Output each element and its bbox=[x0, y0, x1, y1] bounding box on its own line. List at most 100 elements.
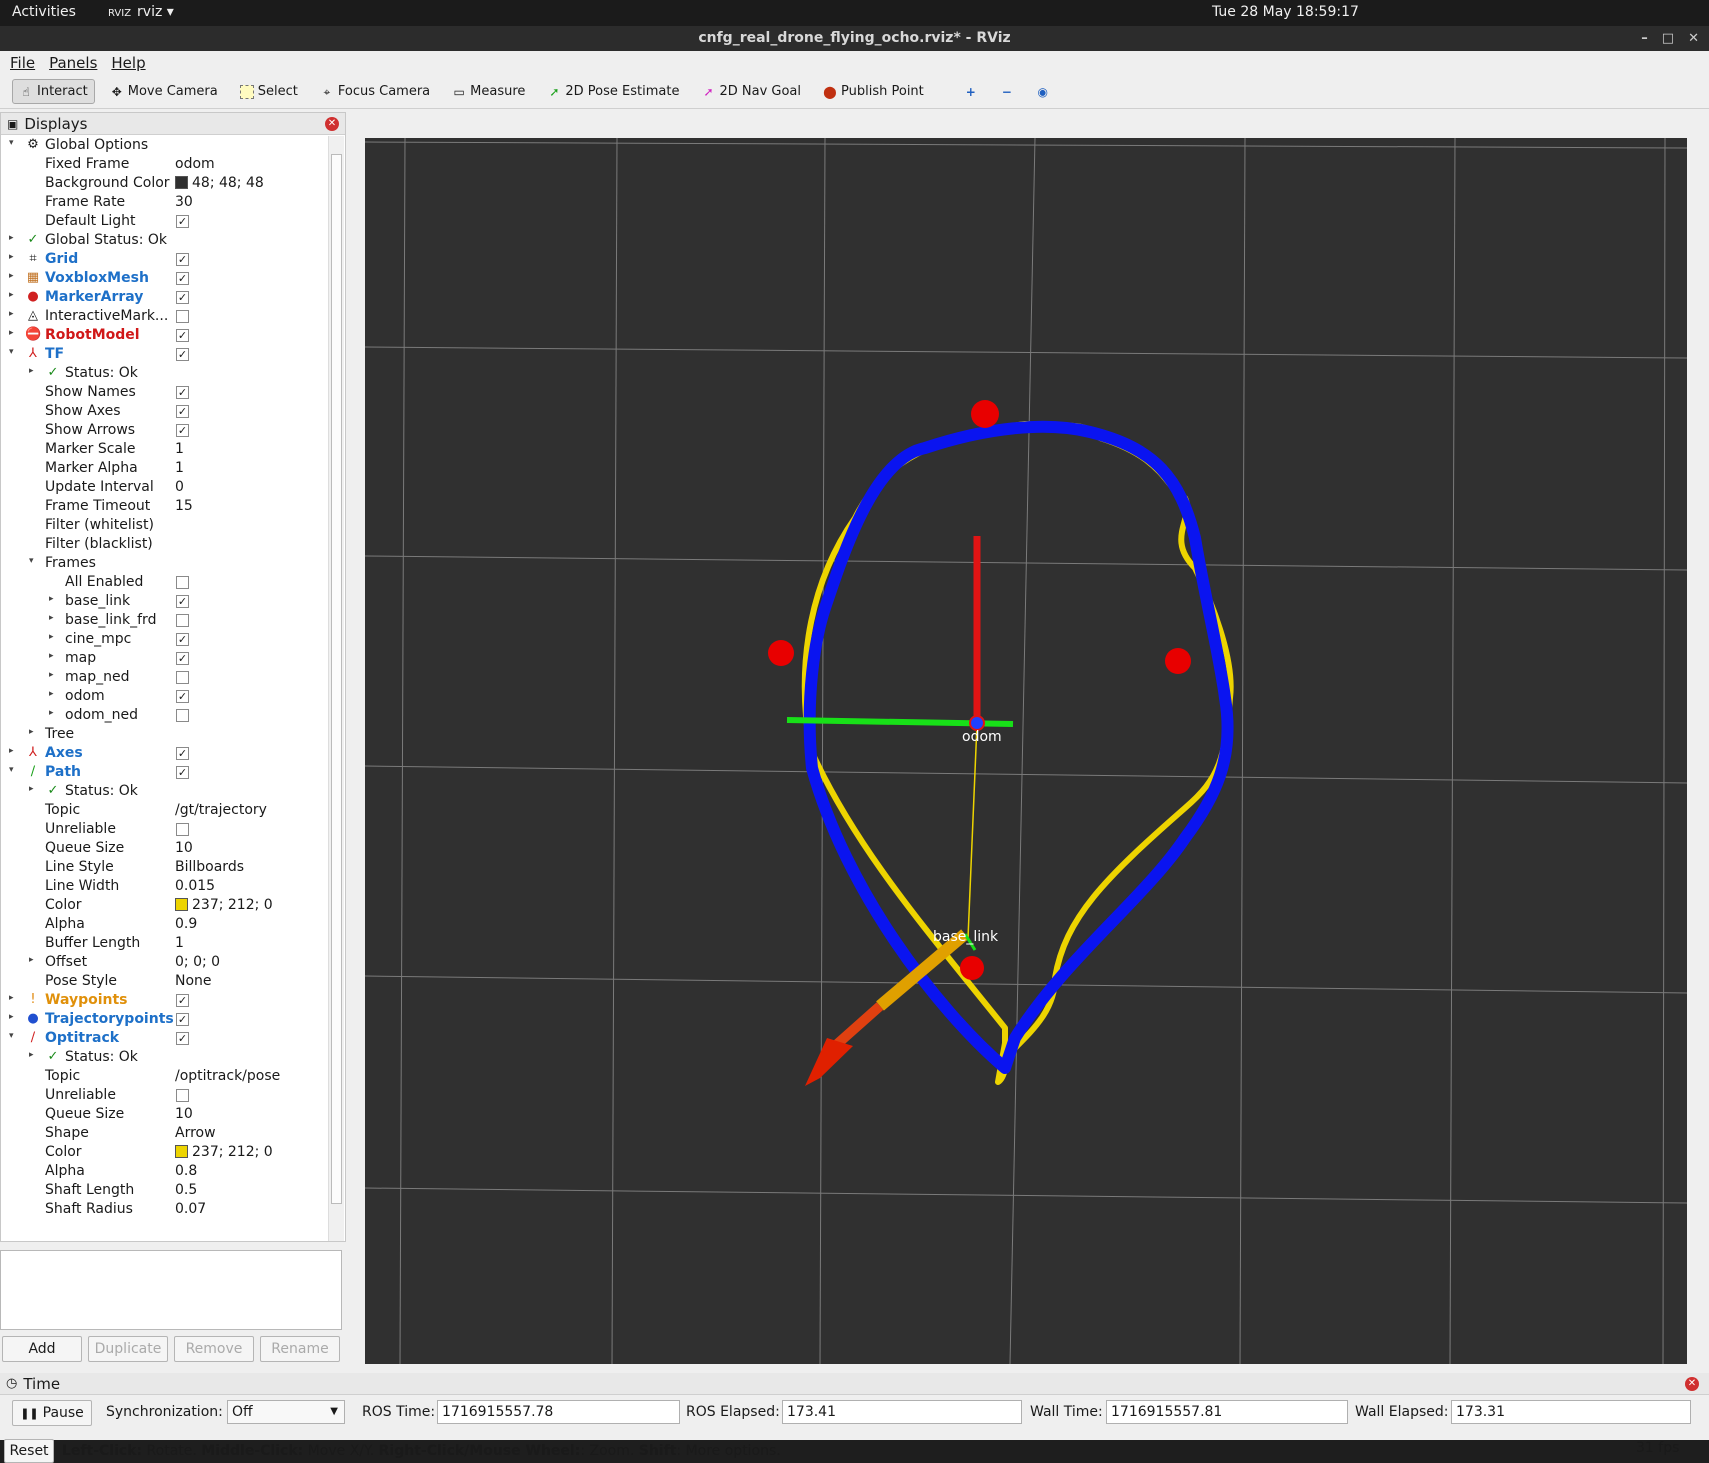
minimize-icon[interactable]: – bbox=[1641, 26, 1648, 51]
enable-checkbox[interactable]: ✓ bbox=[176, 405, 189, 418]
display-tree-row[interactable]: ▸ map ✓ bbox=[1, 649, 327, 668]
display-tree-row[interactable]: All Enabled bbox=[1, 573, 327, 592]
expand-arrow-icon[interactable]: ▸ bbox=[29, 1050, 34, 1060]
display-tree-row[interactable]: ▸ ✓ Status: Ok bbox=[1, 1048, 327, 1067]
enable-checkbox[interactable]: ✓ bbox=[176, 329, 189, 342]
expand-arrow-icon[interactable]: ▸ bbox=[49, 689, 54, 699]
enable-checkbox[interactable]: ✓ bbox=[176, 253, 189, 266]
enable-checkbox[interactable] bbox=[176, 1089, 189, 1102]
display-tree-row[interactable]: Unreliable bbox=[1, 1086, 327, 1105]
window-titlebar[interactable]: cnfg_real_drone_flying_ocho.rviz* - RViz… bbox=[0, 26, 1709, 51]
display-tree-row[interactable]: ▾ ∕ Path ✓ bbox=[1, 763, 327, 782]
display-tree-row[interactable]: Queue Size 10 bbox=[1, 1105, 327, 1124]
rename-button[interactable]: Rename bbox=[260, 1336, 340, 1362]
system-clock[interactable]: Tue 28 May 18:59:17 bbox=[1212, 4, 1359, 20]
collapse-arrow-icon[interactable]: ▾ bbox=[9, 765, 14, 775]
expand-arrow-icon[interactable]: ▸ bbox=[49, 594, 54, 604]
activities-button[interactable]: Activities bbox=[12, 4, 76, 20]
enable-checkbox[interactable]: ✓ bbox=[176, 386, 189, 399]
move-camera-tool[interactable]: ✥ Move Camera bbox=[103, 79, 225, 104]
display-property-value[interactable]: Arrow bbox=[175, 1125, 216, 1141]
display-tree-row[interactable]: Color 237; 212; 0 bbox=[1, 896, 327, 915]
display-property-value[interactable]: 0.5 bbox=[175, 1182, 197, 1198]
display-property-value[interactable]: 1 bbox=[175, 441, 184, 457]
add-button[interactable]: Add bbox=[2, 1336, 82, 1362]
display-tree-row[interactable]: ▸ odom_ned bbox=[1, 706, 327, 725]
close-time-panel-icon[interactable]: ✕ bbox=[1685, 1376, 1699, 1391]
enable-checkbox[interactable] bbox=[176, 823, 189, 836]
3d-viewport[interactable]: odom base_link bbox=[365, 138, 1687, 1364]
display-tree-row[interactable]: ▸ ⌗ Grid ✓ bbox=[1, 250, 327, 269]
enable-checkbox[interactable] bbox=[176, 614, 189, 627]
enable-checkbox[interactable]: ✓ bbox=[176, 348, 189, 361]
display-property-value[interactable]: /optitrack/pose bbox=[175, 1068, 280, 1084]
enable-checkbox[interactable]: ✓ bbox=[176, 1032, 189, 1045]
pose-estimate-tool[interactable]: ➚ 2D Pose Estimate bbox=[540, 79, 686, 104]
expand-arrow-icon[interactable]: ▸ bbox=[9, 252, 14, 262]
display-tree-row[interactable]: ▸ ● Trajectorypoints ✓ bbox=[1, 1010, 327, 1029]
display-tree-row[interactable]: ▸ ⅄ Axes ✓ bbox=[1, 744, 327, 763]
display-tree-row[interactable]: ▸ ✓ Status: Ok bbox=[1, 364, 327, 383]
display-tree-row[interactable]: ▾ Frames bbox=[1, 554, 327, 573]
display-property-value[interactable]: 10 bbox=[175, 1106, 193, 1122]
display-tree-row[interactable]: Color 237; 212; 0 bbox=[1, 1143, 327, 1162]
expand-arrow-icon[interactable]: ▸ bbox=[49, 670, 54, 680]
display-property-value[interactable]: 237; 212; 0 bbox=[175, 1144, 273, 1160]
display-property-value[interactable]: 48; 48; 48 bbox=[175, 175, 264, 191]
display-tree-row[interactable]: Show Arrows ✓ bbox=[1, 421, 327, 440]
display-tree-row[interactable]: Pose Style None bbox=[1, 972, 327, 991]
display-tree-row[interactable]: Shaft Length 0.5 bbox=[1, 1181, 327, 1200]
display-tree-row[interactable]: ▸ ● MarkerArray ✓ bbox=[1, 288, 327, 307]
enable-checkbox[interactable]: ✓ bbox=[176, 595, 189, 608]
display-tree-row[interactable]: Filter (whitelist) bbox=[1, 516, 327, 535]
maximize-icon[interactable]: □ bbox=[1662, 26, 1674, 51]
enable-checkbox[interactable]: ✓ bbox=[176, 690, 189, 703]
display-tree-row[interactable]: Show Names ✓ bbox=[1, 383, 327, 402]
display-tree-row[interactable]: ▸ base_link_frd bbox=[1, 611, 327, 630]
display-tree-row[interactable]: Background Color 48; 48; 48 bbox=[1, 174, 327, 193]
expand-arrow-icon[interactable]: ▸ bbox=[29, 784, 34, 794]
display-property-value[interactable]: Billboards bbox=[175, 859, 244, 875]
display-tree-row[interactable]: ▸ Tree bbox=[1, 725, 327, 744]
pause-button[interactable]: ❚❚ Pause bbox=[12, 1400, 92, 1426]
expand-arrow-icon[interactable]: ▸ bbox=[29, 366, 34, 376]
enable-checkbox[interactable]: ✓ bbox=[176, 291, 189, 304]
enable-checkbox[interactable] bbox=[176, 310, 189, 323]
expand-arrow-icon[interactable]: ▸ bbox=[9, 309, 14, 319]
enable-checkbox[interactable]: ✓ bbox=[176, 272, 189, 285]
app-menu[interactable]: RVIZ rviz ▾ bbox=[108, 4, 174, 20]
display-tree-row[interactable]: Line Style Billboards bbox=[1, 858, 327, 877]
expand-arrow-icon[interactable]: ▸ bbox=[9, 993, 14, 1003]
display-tree-row[interactable]: Alpha 0.8 bbox=[1, 1162, 327, 1181]
collapse-arrow-icon[interactable]: ▾ bbox=[9, 1031, 14, 1041]
expand-arrow-icon[interactable]: ▸ bbox=[29, 955, 34, 965]
enable-checkbox[interactable]: ✓ bbox=[176, 424, 189, 437]
ros-elapsed-field[interactable]: 173.41 bbox=[782, 1400, 1022, 1424]
menu-panels[interactable]: Panels bbox=[49, 54, 97, 72]
collapse-arrow-icon[interactable]: ▾ bbox=[29, 556, 34, 566]
display-property-value[interactable]: 10 bbox=[175, 840, 193, 856]
display-property-value[interactable]: 1 bbox=[175, 935, 184, 951]
ros-time-field[interactable]: 1716915557.78 bbox=[437, 1400, 680, 1424]
display-property-value[interactable]: 237; 212; 0 bbox=[175, 897, 273, 913]
display-tree-row[interactable]: Topic/optitrack/pose bbox=[1, 1067, 327, 1086]
expand-arrow-icon[interactable]: ▸ bbox=[9, 290, 14, 300]
sync-select[interactable]: Off ▼ bbox=[227, 1400, 345, 1424]
remove-tool-button[interactable]: − bbox=[993, 80, 1021, 104]
expand-arrow-icon[interactable]: ▸ bbox=[9, 746, 14, 756]
close-icon[interactable]: ✕ bbox=[1688, 26, 1699, 51]
nav-goal-tool[interactable]: ➚ 2D Nav Goal bbox=[694, 79, 808, 104]
enable-checkbox[interactable]: ✓ bbox=[176, 215, 189, 228]
enable-checkbox[interactable] bbox=[176, 576, 189, 589]
displays-tree[interactable]: ▾ ⚙ Global Options Fixed Frame odom Backgroun… bbox=[1, 136, 327, 1234]
display-tree-row[interactable]: Frame Rate 30 bbox=[1, 193, 327, 212]
enable-checkbox[interactable] bbox=[176, 709, 189, 722]
display-tree-row[interactable]: ▸ base_link ✓ bbox=[1, 592, 327, 611]
display-property-value[interactable]: 0 bbox=[175, 479, 184, 495]
displays-scrollbar[interactable] bbox=[328, 136, 344, 1241]
add-tool-button[interactable]: + bbox=[957, 80, 985, 104]
expand-arrow-icon[interactable]: ▸ bbox=[49, 708, 54, 718]
display-property-value[interactable]: 0.9 bbox=[175, 916, 197, 932]
expand-arrow-icon[interactable]: ▸ bbox=[9, 233, 14, 243]
expand-arrow-icon[interactable]: ▸ bbox=[9, 1012, 14, 1022]
